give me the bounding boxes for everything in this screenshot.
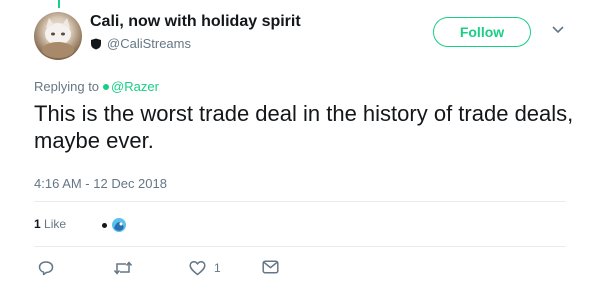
tweet-text: This is the worst trade deal in the hist… — [34, 101, 574, 153]
replying-to-mention[interactable]: @Razer — [111, 79, 159, 94]
likes-summary[interactable]: 1 Like — [34, 217, 66, 231]
handle-row: @CaliStreams — [90, 36, 191, 51]
display-name[interactable]: Cali, now with holiday spirit — [90, 13, 301, 31]
liker-indicator-dot — [102, 223, 107, 228]
heart-icon — [189, 261, 206, 276]
divider — [34, 246, 566, 247]
thread-connector-line — [58, 0, 60, 8]
chevron-down-icon[interactable] — [552, 26, 564, 34]
liker-avatar[interactable] — [108, 216, 130, 234]
mention-dot-icon — [103, 83, 110, 90]
divider — [34, 201, 566, 202]
tweet-timestamp[interactable]: 4:16 AM - 12 Dec 2018 — [34, 176, 167, 191]
direct-message-button[interactable] — [262, 260, 279, 274]
like-button[interactable]: 1 — [189, 260, 221, 276]
replying-to: Replying to @Razer — [34, 79, 159, 94]
envelope-icon — [262, 260, 279, 274]
likes-label: Like — [44, 217, 67, 231]
retweet-icon — [113, 261, 133, 275]
shield-icon — [91, 38, 101, 49]
reply-button[interactable] — [38, 260, 62, 276]
user-handle[interactable]: @CaliStreams — [107, 36, 191, 51]
avatar-image — [42, 18, 74, 58]
like-count: 1 — [214, 261, 221, 275]
speech-bubble-icon — [38, 261, 54, 276]
likes-count: 1 — [34, 217, 41, 231]
retweet-button[interactable] — [113, 260, 141, 276]
avatar[interactable] — [34, 12, 82, 60]
replying-prefix: Replying to — [34, 79, 100, 94]
follow-button[interactable]: Follow — [433, 17, 531, 47]
